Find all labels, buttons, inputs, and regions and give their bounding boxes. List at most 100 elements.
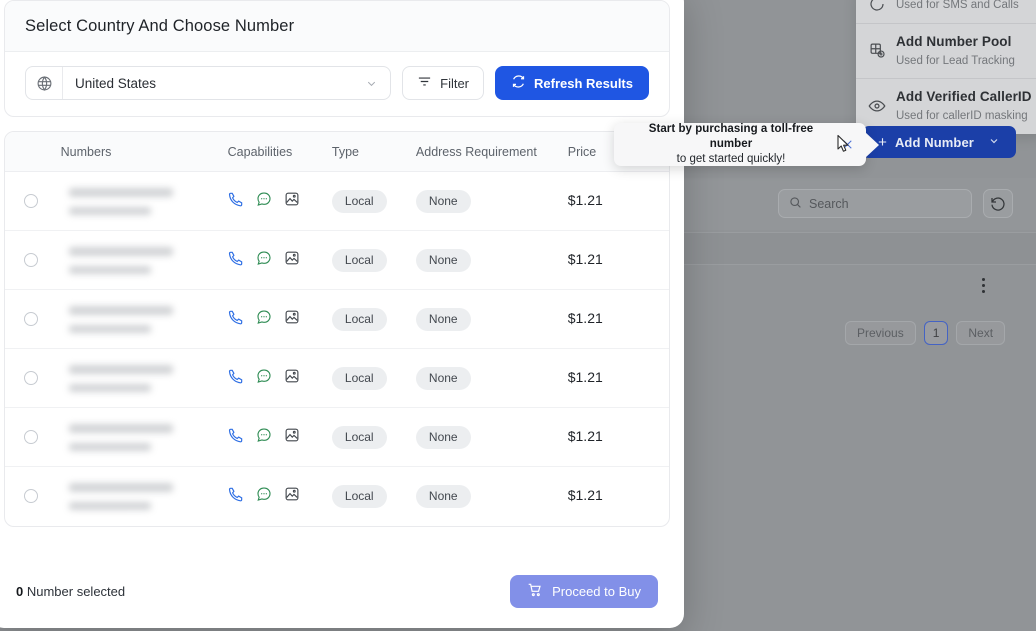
- row-address-cell: None: [415, 467, 568, 526]
- price-value: $1.21: [567, 369, 603, 385]
- row-radio[interactable]: [24, 312, 38, 326]
- row-price-cell: $1.21: [568, 467, 669, 526]
- eye-icon: [868, 97, 886, 115]
- capability-voice-icon[interactable]: [228, 309, 244, 330]
- filter-controls: United States Filter Refresh Results: [5, 52, 669, 116]
- country-select[interactable]: United States: [25, 66, 392, 100]
- row-type-cell: Local: [331, 230, 416, 290]
- capability-mms-icon[interactable]: [284, 309, 300, 330]
- row-price-cell: $1.21: [567, 230, 669, 290]
- row-type-cell: Local: [331, 467, 416, 526]
- filter-button-label: Filter: [440, 75, 470, 91]
- row-location: [68, 265, 151, 274]
- row-radio[interactable]: [24, 430, 38, 444]
- capability-sms-icon[interactable]: [256, 486, 272, 507]
- kebab-menu-icon[interactable]: [982, 278, 985, 293]
- plus-icon: +: [878, 133, 887, 151]
- row-radio[interactable]: [24, 194, 38, 208]
- row-location: [68, 442, 151, 451]
- capability-mms-icon[interactable]: [284, 250, 300, 271]
- dropdown-item-add-number-pool[interactable]: Add Number Pool Used for Lead Tracking: [856, 22, 1036, 79]
- capability-mms-icon[interactable]: [284, 427, 300, 448]
- row-phone-number: [68, 187, 173, 197]
- address-badge: None: [415, 366, 471, 390]
- row-capabilities-cell: [227, 289, 332, 349]
- filter-button[interactable]: Filter: [402, 66, 485, 100]
- pagination: Previous 1 Next: [845, 321, 1006, 345]
- reset-icon[interactable]: [983, 189, 1013, 218]
- dropdown-item-subtitle: Used for SMS and Calls: [896, 0, 1019, 11]
- capability-sms-icon[interactable]: [256, 250, 272, 271]
- row-capabilities-cell: [227, 230, 332, 290]
- row-select-cell[interactable]: [5, 171, 61, 231]
- modal-footer: 0 Number selected Proceed to Buy: [4, 559, 670, 628]
- table-row[interactable]: Local None $1.21: [5, 289, 669, 349]
- capability-voice-icon[interactable]: [228, 250, 244, 271]
- capability-sms-icon[interactable]: [256, 368, 272, 389]
- row-select-cell[interactable]: [5, 348, 61, 408]
- address-badge: None: [415, 307, 471, 331]
- table-row[interactable]: Local None $1.21: [5, 407, 669, 467]
- type-badge: Local: [331, 425, 387, 449]
- capability-voice-icon[interactable]: [228, 427, 244, 448]
- globe-icon: [26, 67, 63, 99]
- table-row[interactable]: Local None $1.21: [5, 467, 669, 526]
- onboarding-tooltip: Start by purchasing a toll-free number t…: [614, 123, 879, 166]
- price-value: $1.21: [567, 192, 603, 208]
- modal-header: Select Country And Choose Number: [5, 1, 669, 52]
- row-select-cell[interactable]: [5, 230, 61, 290]
- chevron-down-icon: [988, 135, 1000, 150]
- row-price-cell: $1.21: [567, 407, 669, 467]
- pagination-page-1[interactable]: 1: [923, 321, 949, 345]
- tooltip-line-2: to get started quickly!: [676, 152, 786, 165]
- pagination-previous[interactable]: Previous: [845, 321, 916, 345]
- row-type-cell: Local: [331, 407, 416, 467]
- column-address-requirement: Address Requirement: [415, 132, 568, 172]
- row-select-cell[interactable]: [5, 407, 61, 467]
- row-radio[interactable]: [24, 489, 38, 504]
- capability-voice-icon[interactable]: [228, 486, 244, 507]
- type-badge: Local: [331, 484, 387, 508]
- dropdown-item-add-number[interactable]: Used for SMS and Calls: [856, 0, 1036, 23]
- row-radio[interactable]: [24, 371, 38, 385]
- row-address-cell: None: [415, 407, 568, 467]
- capability-sms-icon[interactable]: [256, 427, 272, 448]
- search-input[interactable]: Search: [778, 189, 972, 218]
- table-row[interactable]: Local None $1.21: [5, 230, 669, 290]
- add-number-button[interactable]: + Add Number: [862, 126, 1016, 158]
- numbers-table: Numbers Capabilities Type Address Requir…: [5, 132, 669, 526]
- address-badge: None: [415, 189, 471, 213]
- capability-sms-icon[interactable]: [256, 309, 272, 330]
- address-badge: None: [415, 248, 471, 272]
- country-select-value: United States: [75, 75, 157, 91]
- capability-sms-icon[interactable]: [256, 191, 272, 212]
- row-select-cell[interactable]: [5, 289, 61, 349]
- add-number-dropdown-menu[interactable]: Used for SMS and Calls Add Number Pool U…: [856, 0, 1036, 134]
- capability-mms-icon[interactable]: [284, 368, 300, 389]
- pagination-next[interactable]: Next: [956, 321, 1006, 345]
- table-row[interactable]: Local None $1.21: [5, 171, 669, 231]
- proceed-to-buy-button[interactable]: Proceed to Buy: [510, 575, 658, 608]
- chevron-down-icon: [365, 77, 390, 90]
- price-value: $1.21: [567, 487, 603, 504]
- tooltip-arrow: [865, 131, 879, 158]
- row-select-cell[interactable]: [5, 467, 61, 526]
- capability-voice-icon[interactable]: [228, 368, 244, 389]
- capability-mms-icon[interactable]: [284, 486, 300, 507]
- row-capabilities-cell: [228, 467, 332, 526]
- table-row[interactable]: Local None $1.21: [5, 348, 669, 408]
- type-badge: Local: [331, 189, 387, 213]
- table-header-row: Numbers Capabilities Type Address Requir…: [5, 132, 669, 172]
- capability-voice-icon[interactable]: [228, 191, 244, 212]
- search-icon: [789, 196, 802, 212]
- capability-mms-icon[interactable]: [284, 191, 300, 212]
- refresh-results-button[interactable]: Refresh Results: [495, 66, 649, 100]
- cart-icon: [527, 582, 543, 601]
- country-panel: Select Country And Choose Number United …: [4, 0, 670, 117]
- row-capabilities-cell: [227, 348, 332, 408]
- row-radio[interactable]: [24, 253, 38, 267]
- row-number-cell: [60, 348, 228, 408]
- row-location: [68, 383, 151, 392]
- row-phone-number: [68, 423, 173, 433]
- price-value: $1.21: [567, 428, 603, 444]
